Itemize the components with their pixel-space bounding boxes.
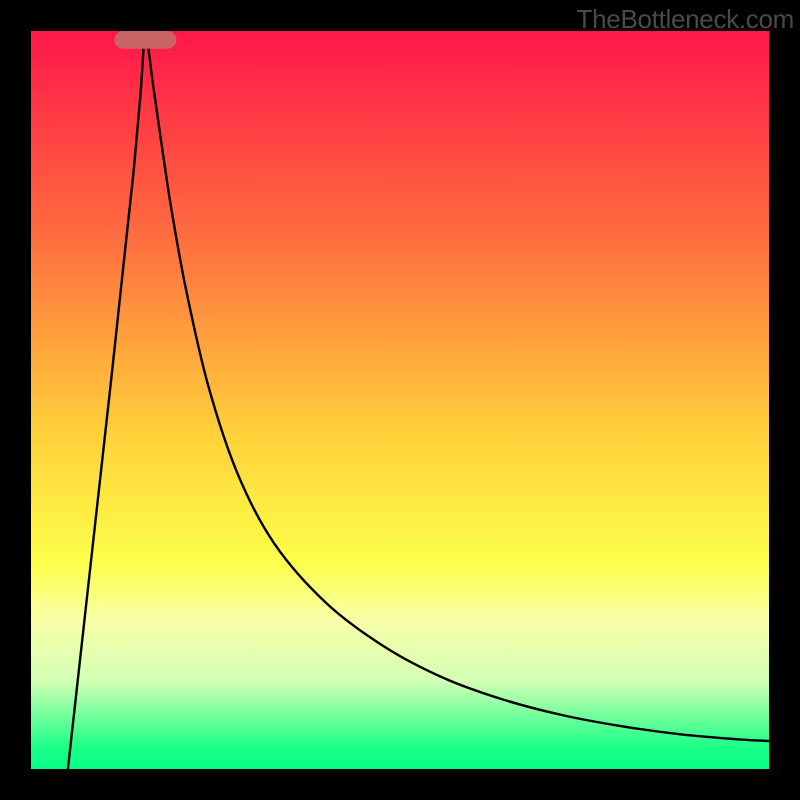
valley-marker <box>114 31 176 49</box>
chart-svg <box>31 31 769 769</box>
watermark-text: TheBottleneck.com <box>577 4 794 35</box>
gradient-background <box>31 31 769 769</box>
chart-frame: TheBottleneck.com <box>0 0 800 800</box>
plot-area <box>31 31 769 769</box>
marker-layer <box>114 31 176 49</box>
